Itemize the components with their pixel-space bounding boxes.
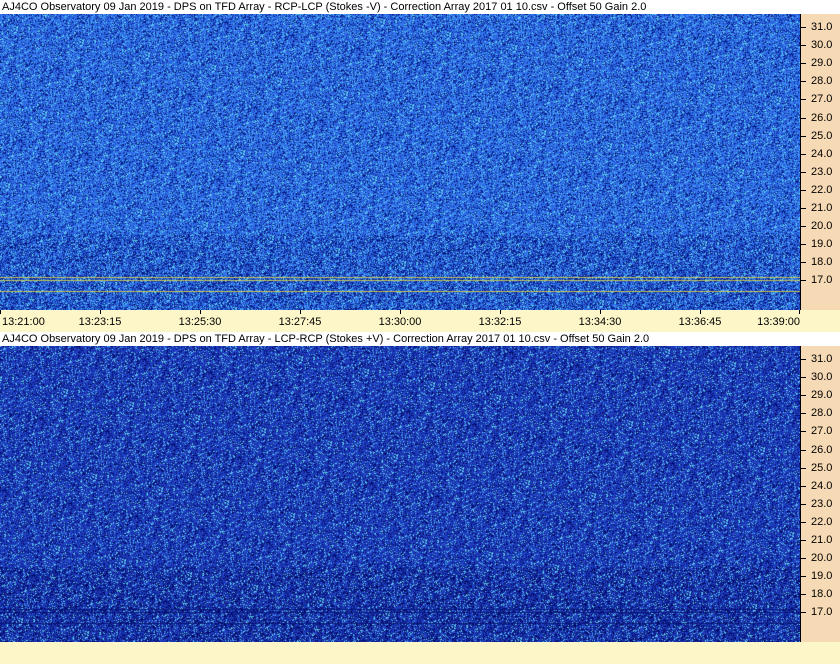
- y-tick: [801, 612, 806, 614]
- y-tick: [801, 81, 806, 83]
- y-tick: [801, 576, 806, 578]
- x-tick-label: 13:39:00: [757, 316, 800, 328]
- x-tick-label: 13:21:00: [2, 316, 45, 328]
- y-tick: [801, 540, 806, 541]
- x-tick-label: 13:23:15: [78, 316, 122, 328]
- y-tick: [801, 189, 806, 191]
- y-tick-label: 29.0: [811, 389, 833, 402]
- y-tick: [801, 395, 806, 397]
- y-tick-label: 18.0: [811, 256, 833, 269]
- y-tick-label: 24.0: [811, 147, 833, 160]
- spectrogram-1-frequency-axis: 31.0 30.0 29.0 28.0 27.0 26.0 25.0 24.0 23.0 22.0…: [800, 14, 840, 310]
- x-tick-label: 13:30:00: [378, 316, 422, 328]
- y-tick-label: 31.0: [811, 21, 833, 33]
- y-tick-label: 24.0: [811, 479, 833, 492]
- y-tick: [801, 226, 806, 228]
- y-tick: [801, 262, 806, 264]
- y-tick: [801, 244, 806, 246]
- y-tick-label: 23.0: [811, 497, 833, 510]
- y-tick-label: 25.0: [811, 461, 833, 474]
- spectrogram-1-title: AJ4CO Observatory 09 Jan 2019 - DPS on T…: [0, 0, 840, 14]
- y-tick: [801, 63, 806, 65]
- y-tick: [801, 485, 806, 487]
- y-tick: [801, 280, 806, 282]
- x-tick: [100, 310, 101, 314]
- y-tick-label: 22.0: [811, 183, 833, 196]
- spectrogram-2-canvas: [0, 346, 800, 642]
- y-tick-label: 19.0: [811, 570, 833, 583]
- y-tick-label: 17.0: [811, 606, 833, 619]
- spectrogram-2-title: AJ4CO Observatory 09 Jan 2019 - DPS on T…: [0, 332, 840, 346]
- x-tick: [400, 310, 401, 314]
- y-tick-label: 25.0: [811, 129, 833, 142]
- y-tick: [801, 521, 806, 523]
- y-tick: [801, 503, 806, 505]
- x-tick: [600, 310, 601, 314]
- spectrogram-2-plot[interactable]: [0, 346, 800, 642]
- y-tick-label: 27.0: [811, 425, 833, 438]
- y-tick-label: 30.0: [811, 39, 833, 52]
- x-tick: [500, 310, 501, 314]
- x-tick-label: 13:32:15: [478, 316, 522, 328]
- y-tick: [801, 558, 806, 560]
- y-tick-label: 28.0: [811, 407, 833, 420]
- y-tick-label: 23.0: [811, 165, 833, 178]
- y-tick: [801, 467, 806, 469]
- y-tick-label: 31.0: [811, 353, 833, 365]
- y-tick: [801, 359, 806, 360]
- spectrogram-1-plot[interactable]: [0, 14, 800, 310]
- y-tick: [801, 449, 806, 451]
- y-tick: [801, 377, 806, 379]
- x-tick: [200, 310, 201, 314]
- x-tick-label: 13:36:45: [678, 316, 722, 328]
- x-tick-label: 13:27:45: [278, 316, 322, 328]
- y-tick: [801, 413, 806, 415]
- y-tick-label: 18.0: [811, 588, 833, 601]
- y-tick-label: 21.0: [811, 202, 833, 214]
- y-tick: [801, 99, 806, 101]
- y-tick: [801, 117, 806, 119]
- y-tick-label: 28.0: [811, 75, 833, 88]
- x-tick: [0, 310, 1, 314]
- y-tick-label: 20.0: [811, 552, 833, 565]
- y-tick: [801, 135, 806, 137]
- y-tick-label: 19.0: [811, 238, 833, 251]
- y-tick: [801, 208, 806, 209]
- x-tick-label: 13:25:30: [178, 316, 222, 328]
- y-tick-label: 21.0: [811, 534, 833, 546]
- x-tick: [799, 310, 800, 314]
- x-tick: [700, 310, 701, 314]
- spectrogram-2-time-axis: [0, 642, 840, 664]
- y-tick: [801, 45, 806, 47]
- y-tick-label: 22.0: [811, 515, 833, 528]
- y-tick-label: 29.0: [811, 57, 833, 70]
- y-tick: [801, 153, 806, 155]
- y-tick: [801, 171, 806, 173]
- x-tick-label: 13:34:30: [578, 316, 622, 328]
- x-tick: [300, 310, 301, 314]
- y-tick: [801, 431, 806, 433]
- y-tick-label: 27.0: [811, 93, 833, 106]
- y-tick-label: 30.0: [811, 371, 833, 384]
- y-tick-label: 26.0: [811, 111, 833, 124]
- y-tick-label: 17.0: [811, 274, 833, 287]
- y-tick: [801, 594, 806, 596]
- spectrogram-2-frequency-axis: 31.0 30.0 29.0 28.0 27.0 26.0 25.0 24.0 23.0 22.0…: [800, 346, 840, 642]
- spectrogram-1-time-axis: 13:21:00 13:23:15 13:25:30 13:27:45 13:30:00…: [0, 310, 840, 332]
- y-tick-label: 20.0: [811, 220, 833, 233]
- y-tick: [801, 27, 806, 28]
- spectrogram-1-canvas: [0, 14, 800, 310]
- y-tick-label: 26.0: [811, 443, 833, 456]
